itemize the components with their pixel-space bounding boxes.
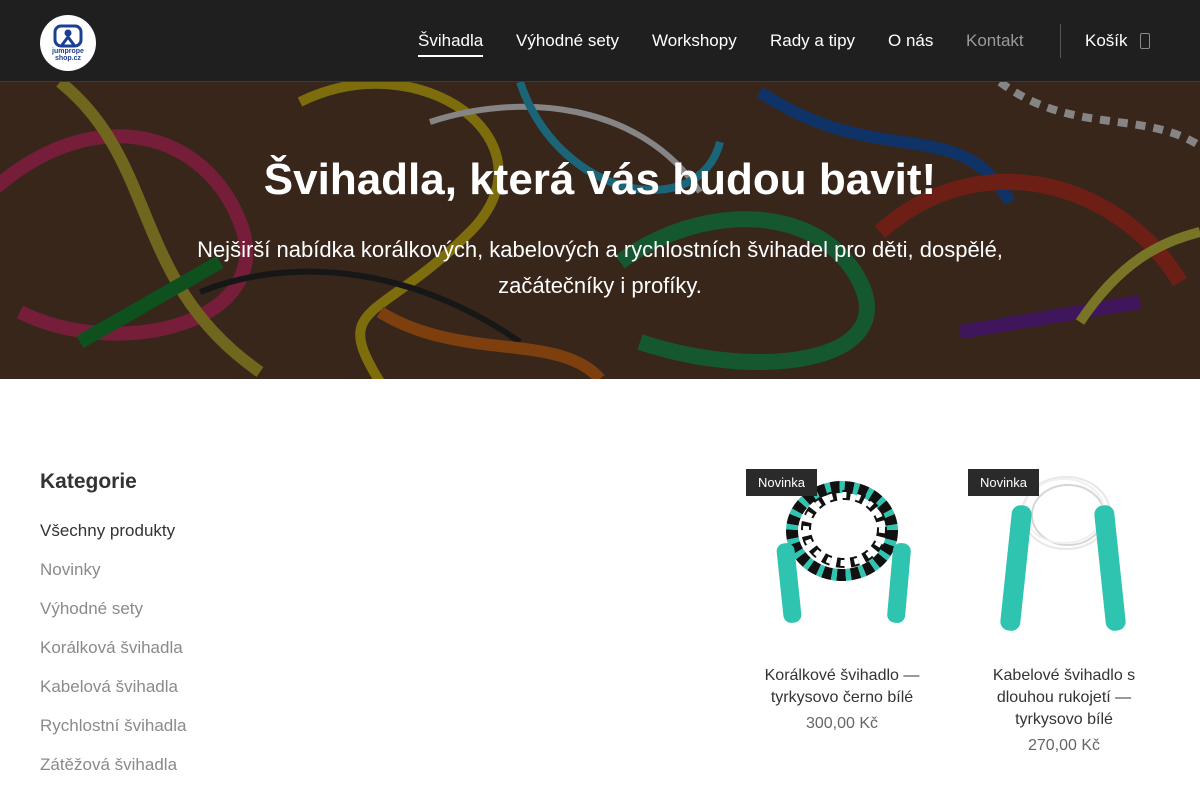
badge-new: Novinka: [968, 469, 1039, 496]
category-novinky[interactable]: Novinky: [40, 557, 340, 596]
category-sidebar: Kategorie Všechny produkty Novinky Výhod…: [40, 470, 340, 791]
category-koralkova-svihadla[interactable]: Korálková švihadla: [40, 635, 340, 674]
cart-button[interactable]: Košík: [1085, 31, 1150, 51]
cart-label: Košík: [1085, 31, 1128, 50]
nav-item-workshopy[interactable]: Workshopy: [652, 31, 737, 51]
sidebar-heading: Kategorie: [40, 470, 137, 493]
category-list: Všechny produkty Novinky Výhodné sety Ko…: [40, 518, 340, 791]
hero-title: Švihadla, která vás budou bavit!: [263, 155, 937, 204]
nav-item-rady-a-tipy[interactable]: Rady a tipy: [770, 31, 855, 51]
badge-new: Novinka: [746, 469, 817, 496]
product-image[interactable]: Novinka: [968, 469, 1160, 647]
category-kabelova-svihadla[interactable]: Kabelová švihadla: [40, 674, 340, 713]
product-price: 300,00 Kč: [805, 715, 879, 732]
product-card[interactable]: Novinka Korálkové švihadlo — tyrkysovo č…: [746, 469, 938, 733]
category-zatezova-svihadla[interactable]: Zátěžová švihadla: [40, 752, 340, 791]
category-rychlostni-svihadla[interactable]: Rychlostní švihadla: [40, 713, 340, 752]
nav-divider: [1060, 24, 1061, 58]
bag-icon: [1139, 33, 1150, 49]
nav-item-o-nas[interactable]: O nás: [888, 31, 933, 51]
product-name[interactable]: Kabelové švihadlo s dlouhou rukojetí — t…: [968, 665, 1160, 731]
main-nav: Švihadla Výhodné sety Workshopy Rady a t…: [0, 0, 1200, 82]
product-image[interactable]: Novinka: [746, 469, 938, 647]
product-card[interactable]: Novinka Kabelové švihadlo s dlouhou ruko…: [968, 469, 1160, 755]
hero-subtitle: Nejširší nabídka korálkových, kabelových…: [197, 237, 1003, 298]
nav-item-kontakt[interactable]: Kontakt: [966, 31, 1024, 51]
site-header: jumprope shop.cz Švihadla Výhodné sety W…: [0, 0, 1200, 82]
nav-item-svihadla[interactable]: Švihadla: [418, 31, 484, 57]
hero-overlay: [0, 82, 1200, 379]
category-all-products[interactable]: Všechny produkty: [40, 518, 340, 557]
product-name[interactable]: Korálkové švihadlo — tyrkysovo černo bíl…: [746, 665, 938, 709]
nav-item-vyhodne-sety[interactable]: Výhodné sety: [516, 31, 619, 51]
category-vyhodne-sety[interactable]: Výhodné sety: [40, 596, 340, 635]
hero-banner: Švihadla, která vás budou bavit! Nejširš…: [0, 82, 1200, 379]
product-price: 270,00 Kč: [1027, 737, 1101, 754]
